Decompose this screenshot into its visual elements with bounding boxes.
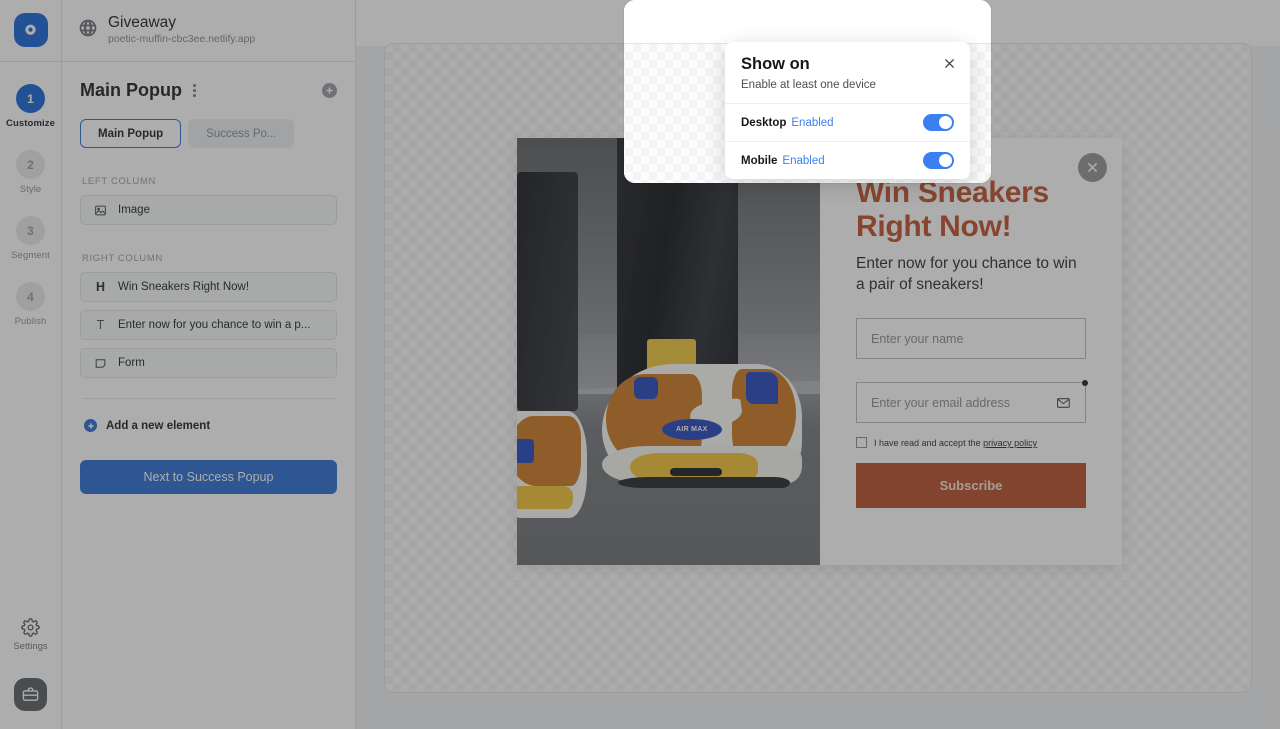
envelope-icon — [1056, 395, 1071, 411]
step-label: Segment — [11, 250, 50, 261]
heading-icon: H — [93, 280, 108, 294]
add-popup-button[interactable] — [322, 83, 337, 98]
element-text[interactable]: T Enter now for you chance to win a p... — [80, 310, 337, 340]
popup-tabs: Main Popup Success Po... — [80, 119, 337, 148]
element-image[interactable]: Image — [80, 195, 337, 225]
add-element-label: Add a new element — [106, 420, 210, 432]
popup-image-column[interactable]: AIR MAX — [517, 138, 820, 565]
plus-circle-icon — [84, 419, 97, 432]
modal-row-mobile: Mobile Enabled — [725, 141, 970, 179]
site-header: Giveaway poetic-muffin-cbc3ee.netlify.ap… — [62, 0, 355, 62]
popup-app-logo[interactable] — [14, 13, 48, 47]
settings-label: Settings — [13, 641, 47, 652]
element-form[interactable]: Form — [80, 348, 337, 378]
site-title: Giveaway — [108, 13, 255, 32]
popup-consent-row[interactable]: I have read and accept the privacy polic… — [856, 437, 1086, 448]
popup-app-logo-icon — [21, 21, 40, 40]
modal-header: Show on Enable at least one device — [725, 42, 970, 103]
popup-form-column: Win Sneakers Right Now! Enter now for yo… — [820, 138, 1122, 565]
app-root: 1 Customize 2 Style 3 Segment 4 Publish — [0, 0, 1280, 729]
element-label: Form — [118, 357, 145, 369]
popup-options-kebab-icon[interactable] — [190, 82, 199, 98]
subscribe-button[interactable]: Subscribe — [856, 463, 1086, 508]
toolbox-icon — [22, 686, 39, 703]
modal-row-desktop: Desktop Enabled — [725, 103, 970, 141]
element-heading[interactable]: H Win Sneakers Right Now! — [80, 272, 337, 302]
step-style[interactable]: 2 Style — [0, 150, 61, 195]
close-icon — [1086, 161, 1099, 174]
popup-preview: AIR MAX Win Sneakers Rig — [517, 138, 1122, 565]
mobile-toggle[interactable] — [923, 152, 954, 169]
desktop-toggle[interactable] — [923, 114, 954, 131]
desktop-state: Enabled — [791, 117, 833, 129]
step-segment[interactable]: 3 Segment — [0, 216, 61, 261]
element-drag-anchor[interactable] — [1082, 380, 1088, 386]
site-meta: Giveaway poetic-muffin-cbc3ee.netlify.ap… — [108, 13, 255, 48]
step-publish[interactable]: 4 Publish — [0, 282, 61, 327]
email-input[interactable] — [871, 396, 1056, 410]
shoe-badge: AIR MAX — [662, 419, 722, 440]
text-icon: T — [93, 318, 108, 332]
gear-icon — [21, 618, 40, 637]
mobile-label: Mobile — [741, 155, 777, 167]
step-label: Style — [20, 184, 42, 195]
step-number: 3 — [16, 216, 45, 245]
spotlight-device-toolbar — [624, 0, 991, 46]
site-url: poetic-muffin-cbc3ee.netlify.app — [108, 32, 255, 48]
element-label: Image — [118, 204, 150, 216]
element-label: Win Sneakers Right Now! — [118, 281, 249, 293]
globe-icon — [78, 18, 98, 43]
toolbox-button[interactable] — [14, 678, 47, 711]
rail-footer: Settings — [0, 618, 61, 729]
consent-prefix: I have read and accept the — [874, 438, 983, 448]
close-icon — [943, 57, 956, 70]
step-label: Customize — [6, 118, 55, 129]
sneaker-photo: AIR MAX — [517, 138, 820, 565]
popup-close-button[interactable] — [1078, 153, 1107, 182]
image-icon — [93, 204, 108, 217]
add-element-button[interactable]: Add a new element — [80, 419, 337, 432]
modal-close-button[interactable] — [940, 54, 959, 78]
next-to-success-popup-button[interactable]: Next to Success Popup — [80, 460, 337, 494]
step-rail: 1 Customize 2 Style 3 Segment 4 Publish — [0, 0, 62, 729]
plus-icon — [325, 86, 334, 95]
form-icon — [93, 357, 108, 370]
consent-checkbox[interactable] — [856, 437, 867, 448]
step-label: Publish — [15, 316, 47, 327]
desktop-label: Desktop — [741, 117, 786, 129]
popup-email-field[interactable] — [856, 382, 1086, 423]
popup-title-row: Main Popup — [80, 80, 337, 101]
page-title: Main Popup — [80, 80, 182, 101]
step-customize[interactable]: 1 Customize — [0, 84, 61, 129]
sneaker-back — [517, 411, 587, 518]
step-number: 1 — [16, 84, 45, 113]
sneaker-front: AIR MAX — [602, 364, 802, 488]
step-list: 1 Customize 2 Style 3 Segment 4 Publish — [0, 62, 61, 348]
show-on-modal: Show on Enable at least one device Deskt… — [725, 42, 970, 179]
consent-text: I have read and accept the privacy polic… — [874, 438, 1037, 448]
tab-main-popup[interactable]: Main Popup — [80, 119, 181, 148]
step-number: 2 — [16, 150, 45, 179]
panel-body: Main Popup Main Popup Success Po... LEFT… — [62, 62, 355, 494]
editor-panel: Giveaway poetic-muffin-cbc3ee.netlify.ap… — [62, 0, 356, 729]
privacy-policy-link[interactable]: privacy policy — [983, 438, 1037, 448]
modal-subtitle: Enable at least one device — [741, 79, 954, 91]
popup-subtext: Enter now for you chance to win a pair o… — [856, 254, 1086, 295]
left-column-label: LEFT COLUMN — [82, 176, 337, 187]
modal-title: Show on — [741, 55, 954, 74]
panel-divider — [82, 398, 335, 399]
right-column-label: RIGHT COLUMN — [82, 253, 337, 264]
element-label: Enter now for you chance to win a p... — [118, 319, 310, 331]
settings-button[interactable]: Settings — [13, 618, 47, 652]
popup-name-field[interactable] — [856, 318, 1086, 359]
tab-success-popup[interactable]: Success Po... — [188, 119, 294, 148]
name-input[interactable] — [871, 332, 1071, 346]
popup-headline: Win Sneakers Right Now! — [856, 176, 1086, 243]
mobile-state: Enabled — [782, 155, 824, 167]
step-number: 4 — [16, 282, 45, 311]
